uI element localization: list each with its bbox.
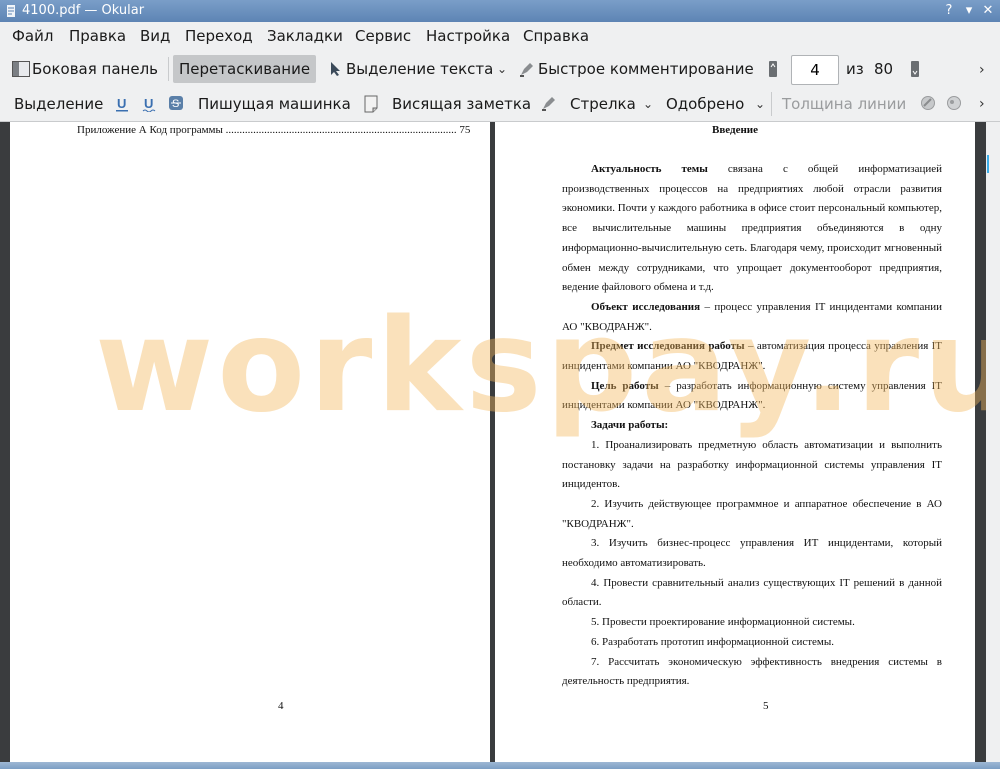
note-icon[interactable] [364, 95, 378, 113]
page-total-label: 80 [874, 60, 894, 78]
text-select-label: Выделение текста [346, 60, 494, 78]
toolbar-overflow-icon[interactable]: › [979, 62, 985, 78]
tasks-title: Задачи работы: [591, 419, 669, 432]
paragraph: Объект исследования – процесс управления… [562, 298, 942, 337]
page-number: 4 [278, 700, 284, 712]
chevron-down-icon[interactable]: ⌄ [755, 97, 765, 111]
sidebar-toggle-button[interactable]: Боковая панель [10, 56, 158, 82]
paragraph-text: связана с общей информатизацией производ… [562, 163, 942, 294]
toolbar-separator [771, 92, 772, 116]
svg-text:U: U [117, 96, 126, 111]
highlight-tool-button[interactable]: Выделение [14, 91, 103, 117]
chevron-down-icon[interactable]: ⌄ [643, 97, 653, 111]
document-viewport[interactable]: Приложение А Код программы .............… [0, 122, 986, 762]
browse-tool-button[interactable]: Перетаскивание [173, 55, 317, 83]
quick-annotation-button[interactable]: Быстрое комментирование [516, 56, 754, 82]
bold-term: Объект исследования [591, 300, 701, 313]
page-number: 5 [763, 700, 769, 712]
window-titlebar: 4100.pdf — Okular ? ▾ ✕ [0, 0, 1000, 22]
list-item: 2. Изучить действующее программное и апп… [562, 497, 942, 530]
scrollbar-thumb[interactable] [987, 155, 989, 173]
opacity-icon[interactable] [946, 95, 962, 111]
page-of-label: из [846, 60, 864, 78]
sidebar-icon [12, 61, 30, 77]
menu-edit[interactable]: Правка [69, 27, 126, 45]
paragraph: Актуальность темы связана с общей информ… [562, 160, 942, 298]
page-heading: Введение [711, 124, 759, 136]
menu-help[interactable]: Справка [523, 27, 589, 45]
main-toolbar: Боковая панель Перетаскивание Выделение … [0, 50, 1000, 86]
sidebar-label: Боковая панель [32, 60, 158, 78]
strikeout-icon[interactable]: S [168, 95, 184, 111]
bold-term: Цель работы [591, 379, 659, 392]
list-item: 4. Провести сравнительный анализ существ… [562, 576, 942, 609]
window-bottom-edge [0, 762, 1000, 769]
stamp-tool-button[interactable]: Одобрено [666, 91, 744, 117]
browse-tool-label: Перетаскивание [179, 60, 311, 78]
svg-text:S: S [172, 98, 179, 110]
help-button[interactable]: ? [941, 3, 957, 19]
line-color-icon[interactable] [920, 95, 936, 111]
menu-bookmarks[interactable]: Закладки [267, 27, 343, 45]
toc-line: Приложение А Код программы .............… [77, 124, 471, 136]
list-item: 1. Проанализировать предметную область а… [562, 438, 942, 491]
chevron-down-icon[interactable]: ⌄ [497, 62, 507, 76]
menu-file[interactable]: Файл [12, 27, 53, 45]
menu-go[interactable]: Переход [185, 27, 253, 45]
pdf-page-4: Приложение А Код программы .............… [10, 122, 490, 762]
highlighter-icon [520, 63, 533, 77]
paragraph: Цель работы – разработать информационную… [562, 377, 942, 416]
pdf-page-5: Введение Актуальность темы связана с общ… [495, 122, 975, 762]
list-item: 6. Разработать прототип информационной с… [591, 635, 835, 648]
menu-view[interactable]: Вид [140, 27, 170, 45]
list-item: 7. Рассчитать экономическую эффективност… [562, 655, 942, 688]
sticky-note-tool-button[interactable]: Висящая заметка [392, 91, 531, 117]
page-up-icon[interactable] [768, 60, 778, 78]
svg-text:U: U [144, 96, 153, 111]
menu-bar: Файл Правка Вид Переход Закладки Сервис … [0, 22, 1000, 50]
toolbar-overflow-icon[interactable]: › [979, 96, 985, 112]
menu-settings[interactable]: Настройка [426, 27, 510, 45]
list-item: 3. Изучить бизнес-процесс управления ИТ … [562, 537, 942, 570]
close-button[interactable]: ✕ [980, 3, 996, 19]
arrow-tool-button[interactable]: Стрелка [570, 91, 636, 117]
page-down-icon[interactable] [910, 60, 920, 78]
text-select-tool-button[interactable]: Выделение текста [326, 56, 493, 82]
line-width-button[interactable]: Толщина линии [782, 91, 906, 117]
annotation-toolbar: Выделение U U S Пишущая машинка Висящая … [0, 86, 1000, 122]
typewriter-tool-button[interactable]: Пишущая машинка [198, 91, 351, 117]
minimize-button[interactable]: ▾ [961, 3, 977, 19]
underline-icon[interactable]: U [115, 96, 129, 112]
squiggly-underline-icon[interactable]: U [142, 96, 156, 112]
quick-annotation-label: Быстрое комментирование [538, 60, 754, 78]
okular-app-icon [7, 5, 15, 17]
cursor-arrow-icon [331, 62, 340, 76]
bold-term: Актуальность темы [591, 163, 708, 175]
highlighter-icon[interactable] [540, 94, 558, 112]
window-title: 4100.pdf — Okular [22, 3, 145, 18]
menu-tools[interactable]: Сервис [355, 27, 411, 45]
bold-term: Предмет исследования работы [591, 340, 745, 353]
page-number-input[interactable]: 4 [791, 55, 839, 85]
list-item: 5. Провести проектирование информационно… [591, 616, 855, 629]
toolbar-separator [168, 57, 169, 81]
vertical-scrollbar[interactable] [986, 122, 1000, 762]
paragraph: Предмет исследования работы – автоматиза… [562, 337, 942, 376]
page-body: Актуальность темы связана с общей информ… [562, 160, 942, 692]
